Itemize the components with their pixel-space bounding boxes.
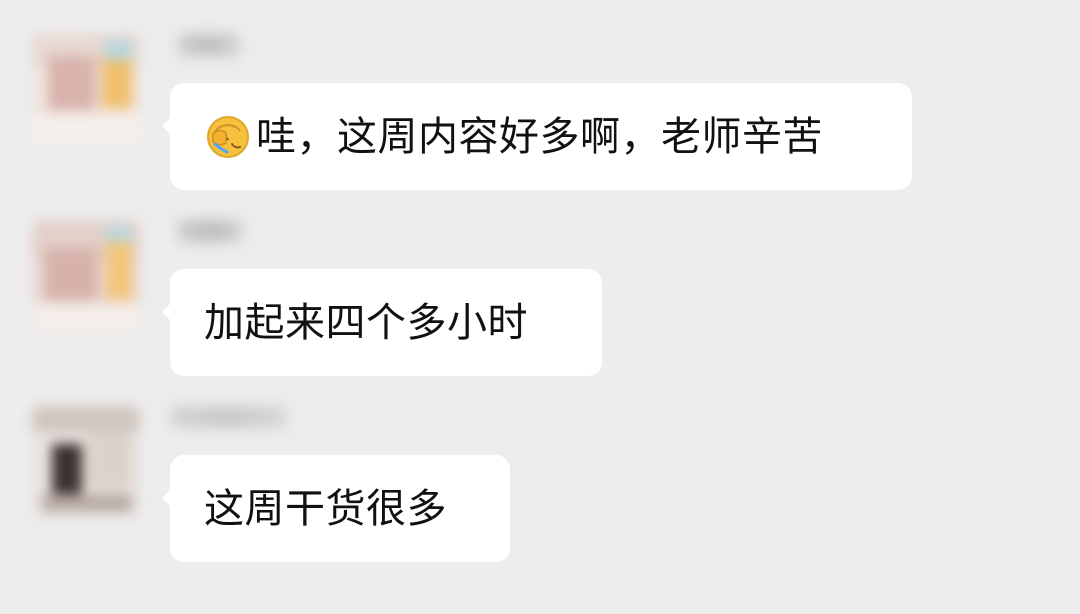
avatar-blur-block — [106, 226, 132, 242]
sender-name — [178, 220, 242, 242]
message-bubble[interactable]: 哇，这周内容好多啊，老师辛苦 — [162, 83, 912, 190]
avatar[interactable] — [32, 34, 140, 144]
avatar[interactable] — [32, 220, 140, 330]
avatar-blur-block — [48, 56, 96, 110]
avatar-blur-block — [44, 248, 98, 300]
sender-name — [170, 406, 288, 428]
avatar-blur-block — [32, 304, 140, 330]
avatar-blur-block — [32, 116, 140, 144]
avatar[interactable] — [32, 406, 140, 516]
avatar-blur-block — [88, 432, 132, 488]
avatar-blur-block — [42, 494, 132, 512]
avatar-blur-block — [102, 52, 132, 108]
avatar-blur-block — [106, 242, 132, 300]
chat-thread: 哇，这周内容好多啊，老师辛苦 加起来四个多小时 这周干货很多 — [0, 0, 1080, 614]
sender-name — [178, 34, 240, 56]
message-text: 哇，这周内容好多啊，老师辛苦 — [256, 113, 823, 160]
avatar-blur-block — [52, 444, 82, 496]
facepalm-emoji-icon — [204, 113, 252, 161]
message-text: 这周干货很多 — [204, 485, 447, 532]
avatar-blur-block — [104, 40, 132, 60]
avatar-blur-block — [32, 406, 140, 432]
message-text: 加起来四个多小时 — [204, 299, 528, 346]
message-bubble[interactable]: 这周干货很多 — [162, 455, 510, 562]
message-bubble[interactable]: 加起来四个多小时 — [162, 269, 602, 376]
